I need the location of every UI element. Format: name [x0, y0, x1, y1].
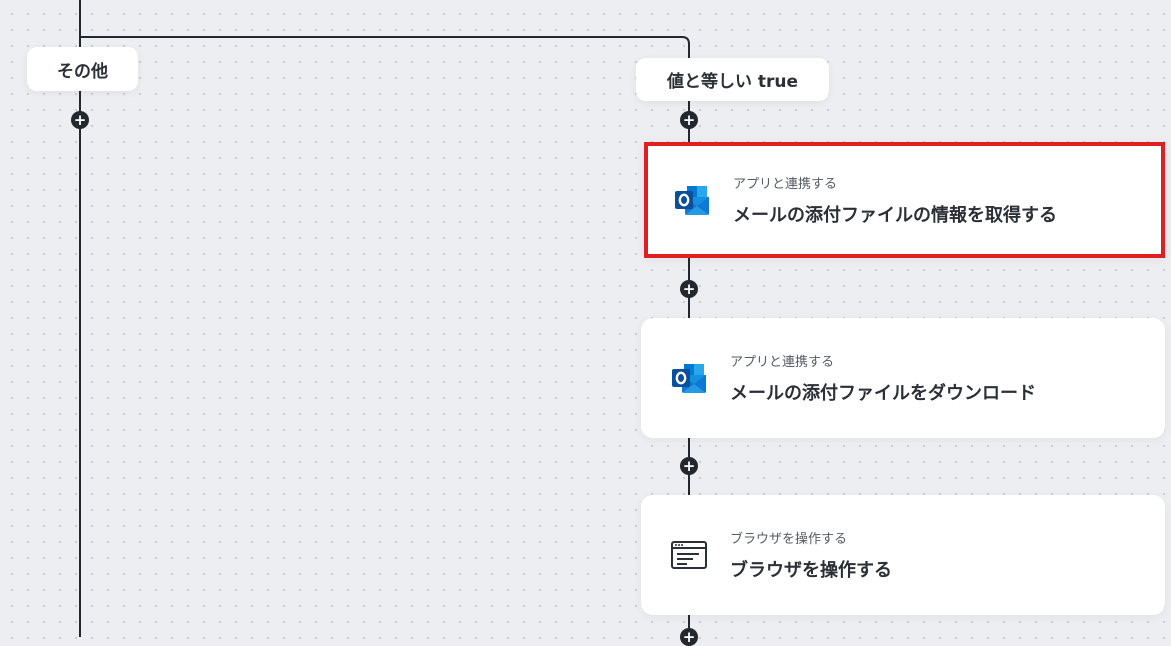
step-title: メールの添付ファイルの情報を取得する — [733, 205, 1057, 226]
branch-label-else: その他 — [27, 47, 138, 91]
add-step-button[interactable]: + — [680, 280, 698, 298]
step-category: ブラウザを操作する — [730, 532, 848, 547]
step-card-download-attachment[interactable]: アプリと連携する メールの添付ファイルをダウンロード — [641, 318, 1165, 438]
branch-label-true-text: 値と等しい true — [666, 72, 799, 92]
browser-window-icon — [669, 535, 709, 575]
outlook-icon — [672, 180, 712, 220]
add-step-button[interactable]: + — [680, 457, 698, 475]
step-card-browser-operation[interactable]: ブラウザを操作する ブラウザを操作する — [641, 495, 1165, 615]
add-step-button[interactable]: + — [71, 111, 89, 129]
branch-label-true: 値と等しい true — [636, 58, 829, 101]
branch-label-else-text: その他 — [57, 61, 108, 82]
add-step-button[interactable]: + — [680, 111, 698, 129]
step-card-get-attachment-info[interactable]: アプリと連携する メールの添付ファイルの情報を取得する — [644, 142, 1165, 258]
add-step-button[interactable]: + — [680, 628, 698, 646]
outlook-icon — [669, 358, 709, 398]
step-title: ブラウザを操作する — [730, 560, 892, 581]
step-category: アプリと連携する — [733, 177, 838, 192]
step-title: メールの添付ファイルをダウンロード — [730, 383, 1036, 404]
flow-canvas[interactable]: その他 値と等しい true + + + + + アプリと連携する メールの添付… — [0, 0, 1171, 646]
step-category: アプリと連携する — [730, 355, 835, 370]
